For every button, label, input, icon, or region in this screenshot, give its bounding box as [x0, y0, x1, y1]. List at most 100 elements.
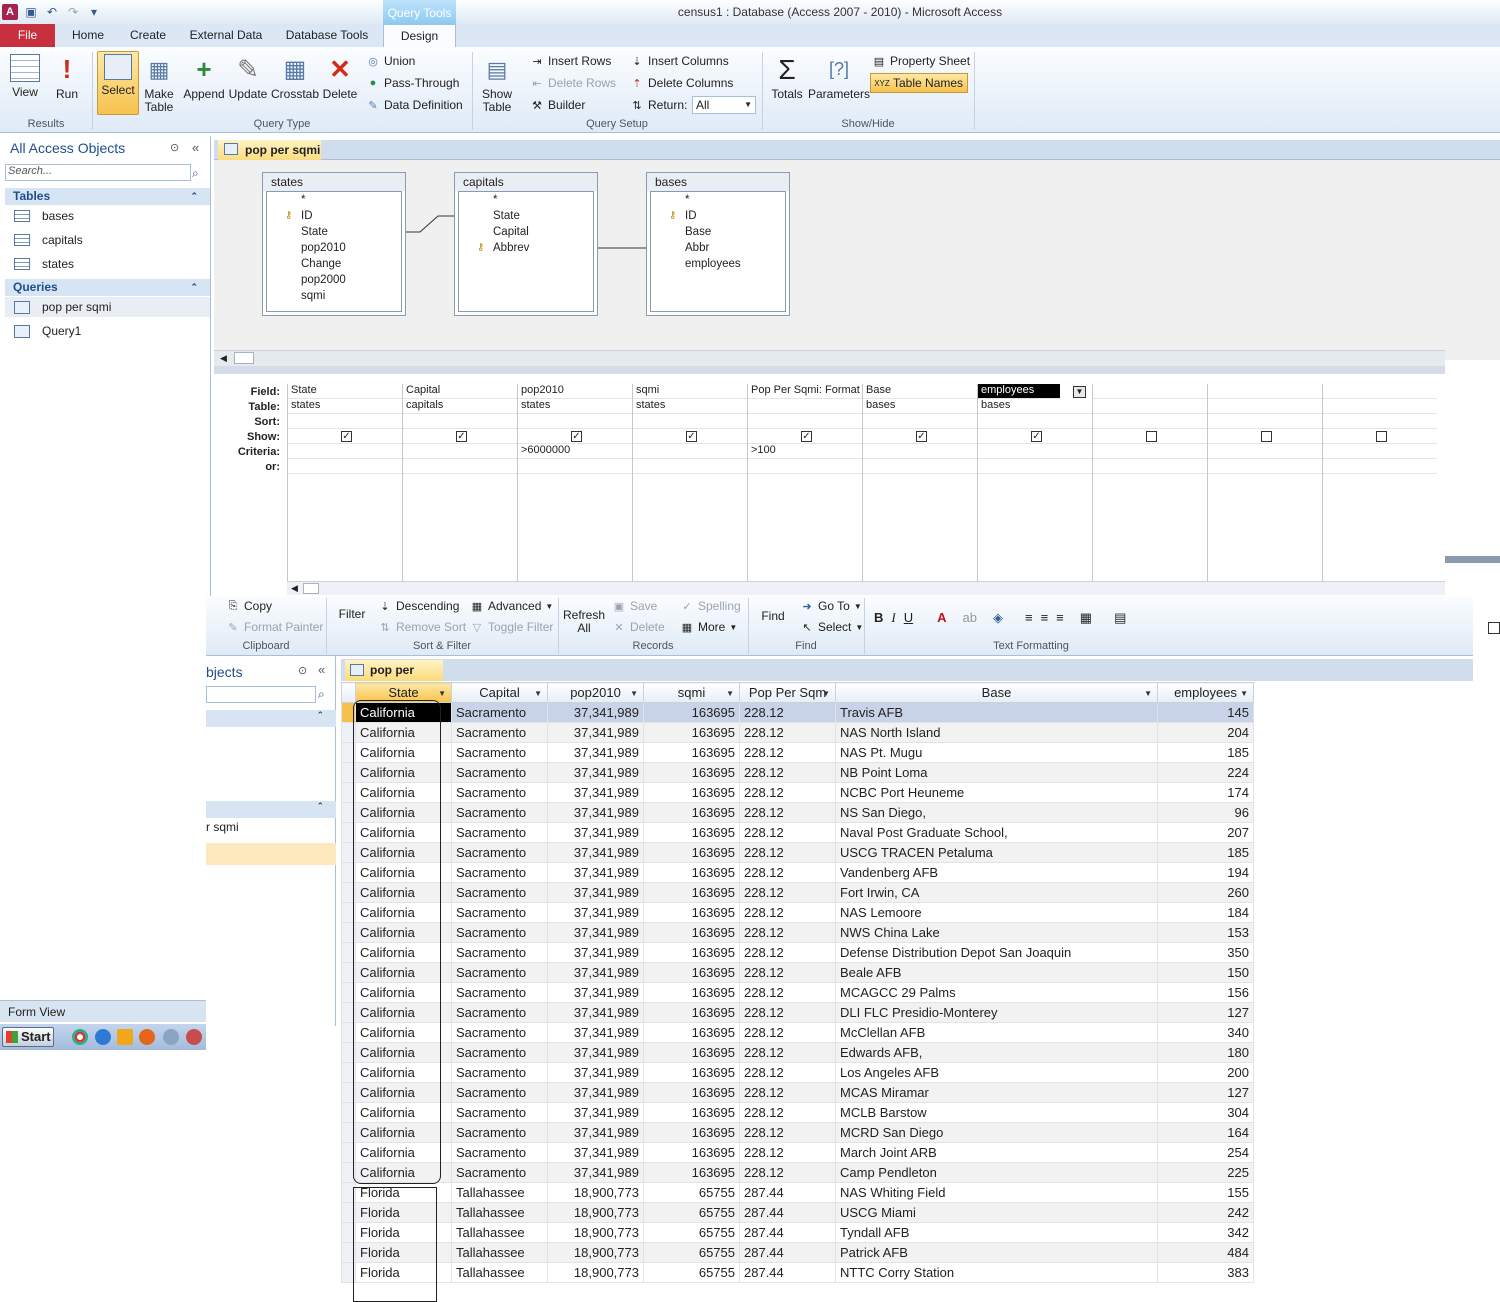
- table-cell[interactable]: 228.12: [739, 722, 836, 743]
- qbe-or-cell[interactable]: [1093, 459, 1207, 474]
- field-item[interactable]: employees: [651, 258, 785, 274]
- qbe-or-cell[interactable]: [403, 459, 517, 474]
- outlook-icon[interactable]: [117, 1029, 133, 1045]
- field-item[interactable]: Capital: [459, 226, 593, 242]
- find-button[interactable]: Find: [756, 610, 790, 623]
- table-cell[interactable]: 163695: [643, 842, 740, 863]
- property-sheet-button[interactable]: ▤ Property Sheet: [872, 51, 970, 71]
- table-cell[interactable]: California: [355, 862, 452, 883]
- chrome-icon[interactable]: [72, 1029, 88, 1045]
- align-center-icon[interactable]: ≡: [1041, 610, 1049, 626]
- table-cell[interactable]: 37,341,989: [547, 782, 644, 803]
- record-selector[interactable]: [341, 1002, 356, 1023]
- qbe-table-cell[interactable]: states: [633, 399, 747, 414]
- table-cell[interactable]: California: [355, 822, 452, 843]
- chevron-down-icon[interactable]: ▼: [1073, 386, 1086, 398]
- qbe-field-cell[interactable]: State: [288, 384, 402, 399]
- table-cell[interactable]: Sacramento: [451, 802, 548, 823]
- nav-search-input[interactable]: Search...: [5, 164, 191, 181]
- field-item-key[interactable]: ⚷ ID: [267, 210, 401, 226]
- table-cell[interactable]: Sacramento: [451, 742, 548, 763]
- qbe-table-cell[interactable]: bases: [863, 399, 977, 414]
- table-cell[interactable]: Florida: [355, 1182, 452, 1203]
- table-cell[interactable]: 37,341,989: [547, 1162, 644, 1183]
- table-cell[interactable]: Sacramento: [451, 1022, 548, 1043]
- record-selector[interactable]: [341, 762, 356, 783]
- show-checkbox[interactable]: ✓: [341, 431, 352, 442]
- table-cell[interactable]: California: [355, 722, 452, 743]
- qbe-sort-cell[interactable]: [633, 414, 747, 429]
- table-cell[interactable]: 163695: [643, 1122, 740, 1143]
- qbe-field-cell[interactable]: Capital: [403, 384, 517, 399]
- table-cell[interactable]: 228.12: [739, 1042, 836, 1063]
- field-item-key[interactable]: ⚷ Abbrev: [459, 242, 593, 258]
- table-cell[interactable]: 163695: [643, 722, 740, 743]
- table-cell[interactable]: 225: [1157, 1162, 1254, 1183]
- table-cell[interactable]: California: [355, 1162, 452, 1183]
- scroll-thumb[interactable]: [234, 352, 254, 364]
- firefox-icon[interactable]: [139, 1029, 155, 1045]
- make-table-button[interactable]: ▦ Make Table: [142, 54, 176, 114]
- nav-menu-chevron-icon[interactable]: ⊙: [170, 141, 179, 154]
- field-item[interactable]: sqmi: [267, 290, 401, 306]
- bold-icon[interactable]: B: [874, 610, 883, 626]
- gridlines-icon[interactable]: ▦: [1080, 610, 1092, 626]
- align-left-icon[interactable]: ≡: [1025, 610, 1033, 626]
- table-cell[interactable]: 254: [1157, 1142, 1254, 1163]
- table-cell[interactable]: 228.12: [739, 862, 836, 883]
- column-dropdown-icon[interactable]: ▼: [1144, 689, 1152, 698]
- run-button[interactable]: ! Run: [52, 54, 82, 101]
- table-cell[interactable]: 304: [1157, 1102, 1254, 1123]
- table-cell[interactable]: 37,341,989: [547, 702, 644, 723]
- table-cell[interactable]: 18,900,773: [547, 1242, 644, 1263]
- table-row[interactable]: California Sacramento 37,341,989 163695 228.…: [341, 762, 1254, 783]
- toggle-filter-button[interactable]: ▽ Toggle Filter: [470, 617, 554, 637]
- tab-design[interactable]: Design: [383, 24, 456, 48]
- table-cell[interactable]: 37,341,989: [547, 942, 644, 963]
- table-cell[interactable]: Sacramento: [451, 1062, 548, 1083]
- table-cell[interactable]: 145: [1157, 702, 1254, 723]
- show-checkbox[interactable]: ✓: [1031, 431, 1042, 442]
- table-cell[interactable]: 65755: [643, 1262, 740, 1283]
- table-cell[interactable]: 150: [1157, 962, 1254, 983]
- table-cell[interactable]: Travis AFB: [835, 702, 1158, 723]
- table-cell[interactable]: California: [355, 962, 452, 983]
- table-cell[interactable]: 163695: [643, 1082, 740, 1103]
- table-cell[interactable]: Sacramento: [451, 702, 548, 723]
- descending-button[interactable]: ⇣ Descending: [378, 596, 459, 616]
- table-cell[interactable]: 228.12: [739, 782, 836, 803]
- table-row[interactable]: California Sacramento 37,341,989 163695 228.…: [341, 862, 1254, 883]
- table-cell[interactable]: 163695: [643, 782, 740, 803]
- overlay-nav-selected-row[interactable]: [206, 843, 336, 865]
- table-cell[interactable]: 37,341,989: [547, 982, 644, 1003]
- table-cell[interactable]: Sacramento: [451, 762, 548, 783]
- field-list-title[interactable]: capitals: [455, 173, 597, 191]
- table-cell[interactable]: 37,341,989: [547, 1142, 644, 1163]
- table-cell[interactable]: 18,900,773: [547, 1262, 644, 1283]
- table-cell[interactable]: 65755: [643, 1222, 740, 1243]
- table-row[interactable]: California Sacramento 37,341,989 163695 228.…: [341, 1102, 1254, 1123]
- tab-database-tools[interactable]: Database Tools: [278, 24, 376, 47]
- table-cell[interactable]: California: [355, 942, 452, 963]
- field-list-title[interactable]: states: [263, 173, 405, 191]
- table-cell[interactable]: 228.12: [739, 802, 836, 823]
- table-cell[interactable]: NCBC Port Heuneme: [835, 782, 1158, 803]
- table-row[interactable]: Florida Tallahassee 18,900,773 65755 287.44 P…: [341, 1242, 1254, 1263]
- record-selector[interactable]: [341, 942, 356, 963]
- table-cell[interactable]: 37,341,989: [547, 1062, 644, 1083]
- data-definition-button[interactable]: ✎ Data Definition: [366, 95, 462, 115]
- table-cell[interactable]: Sacramento: [451, 1162, 548, 1183]
- table-cell[interactable]: Sacramento: [451, 1082, 548, 1103]
- qbe-criteria-cell[interactable]: [978, 444, 1092, 459]
- table-cell[interactable]: 185: [1157, 842, 1254, 863]
- table-cell[interactable]: 287.44: [739, 1222, 836, 1243]
- table-cell[interactable]: 228.12: [739, 922, 836, 943]
- insert-rows-button[interactable]: ⇥ Insert Rows: [530, 51, 611, 71]
- table-cell[interactable]: California: [355, 1082, 452, 1103]
- parameters-button[interactable]: [?] Parameters: [808, 54, 870, 101]
- table-cell[interactable]: Sacramento: [451, 962, 548, 983]
- column-dropdown-icon[interactable]: ▼: [1240, 689, 1248, 698]
- table-cell[interactable]: 228.12: [739, 1002, 836, 1023]
- table-cell[interactable]: MCAS Miramar: [835, 1082, 1158, 1103]
- table-cell[interactable]: 18,900,773: [547, 1182, 644, 1203]
